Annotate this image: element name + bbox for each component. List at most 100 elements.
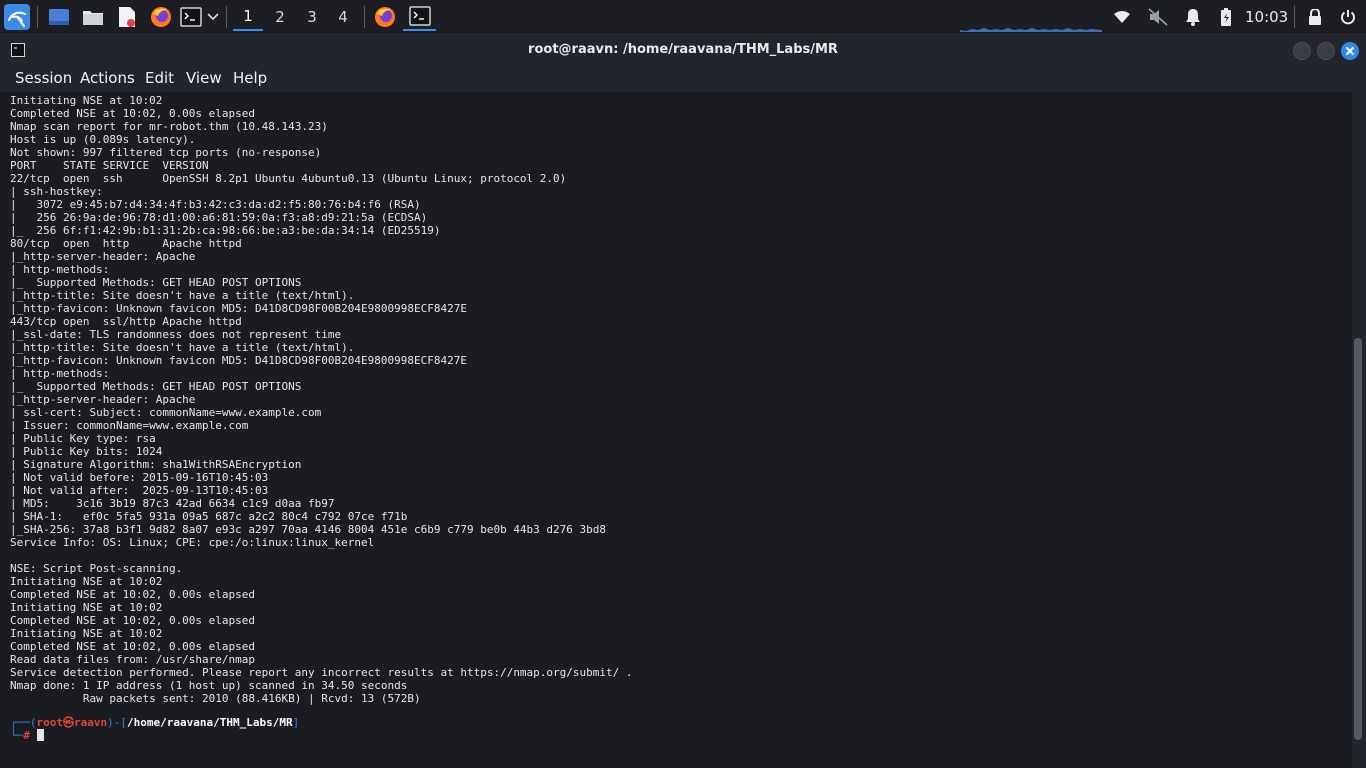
lock-icon[interactable] — [1304, 3, 1326, 31]
terminal-line: | 256 26:9a:de:96:78:d1:00:a6:81:59:0a:f… — [10, 211, 428, 224]
terminal-line: Completed NSE at 10:02, 0.00s elapsed — [10, 588, 256, 601]
terminal-line: Nmap scan report for mr-robot.thm (10.48… — [10, 120, 328, 133]
terminal-line: |_ Supported Methods: GET HEAD POST OPTI… — [10, 276, 302, 289]
network-icon[interactable] — [1110, 3, 1134, 31]
power-icon[interactable] — [1337, 3, 1359, 31]
workspace-1-button[interactable]: 1 — [233, 3, 263, 31]
terminal-line: | Public Key bits: 1024 — [10, 445, 163, 458]
terminal-line: Raw packets sent: 2010 (88.416KB) | Rcvd… — [10, 692, 421, 705]
prompt-decoration: )-[ — [107, 716, 127, 729]
terminal-line: | http-methods: — [10, 263, 116, 276]
terminal-line: | SHA-1: ef0c 5fa5 931a 09a5 687c a2c2 8… — [10, 510, 408, 523]
prompt-path: /home/raavana/THM_Labs/MR — [127, 716, 293, 729]
taskbar-separator — [37, 6, 38, 28]
terminal-icon — [408, 6, 431, 26]
terminal-line: Read data files from: /usr/share/nmap — [10, 653, 256, 666]
terminal-line: | Public Key type: rsa — [10, 432, 156, 445]
terminal-line: Initiating NSE at 10:02 — [10, 627, 163, 640]
file-manager-icon[interactable] — [80, 3, 106, 31]
terminal-line: Initiating NSE at 10:02 — [10, 94, 163, 107]
prompt-skull-icon: ㉿ — [63, 716, 74, 729]
terminal-line: | Issuer: commonName=www.example.com — [10, 419, 249, 432]
menu-edit[interactable]: Edit — [145, 68, 174, 88]
menubar: Session Actions Edit View Help — [0, 64, 1366, 92]
terminal-line: | ssl-cert: Subject: commonName=www.exam… — [10, 406, 322, 419]
firefox-icon — [375, 7, 395, 27]
terminal-line: Nmap done: 1 IP address (1 host up) scan… — [10, 679, 408, 692]
workspace-3-button[interactable]: 3 — [297, 3, 327, 31]
menu-session[interactable]: Session — [15, 68, 72, 88]
terminal-window-button[interactable] — [403, 3, 436, 31]
terminal-line: |_ 256 6f:f1:42:9b:b1:31:2b:ca:98:66:be:… — [10, 224, 441, 237]
maximize-button[interactable] — [1317, 42, 1335, 60]
menu-view[interactable]: View — [186, 68, 222, 88]
window-titlebar[interactable]: root@raavn: /home/raavana/THM_Labs/MR — [0, 36, 1366, 64]
window-title: root@raavn: /home/raavana/THM_Labs/MR — [528, 42, 838, 57]
prompt-symbol: # — [23, 729, 30, 742]
terminal-line: |_http-title: Site doesn't have a title … — [10, 289, 355, 302]
notification-bell-icon[interactable] — [1181, 3, 1205, 31]
minimize-button[interactable] — [1293, 42, 1311, 60]
terminal-line: |_ Supported Methods: GET HEAD POST OPTI… — [10, 380, 302, 393]
terminal-window: root@raavn: /home/raavana/THM_Labs/MR Se… — [0, 36, 1366, 768]
terminal-output: Initiating NSE at 10:02 Completed NSE at… — [10, 94, 633, 705]
shell-prompt[interactable]: ┌──(root㉿raavn)-[/home/raavana/THM_Labs/… — [10, 716, 299, 742]
menu-help[interactable]: Help — [233, 68, 267, 88]
terminal-line: 80/tcp open http Apache httpd — [10, 237, 242, 250]
taskbar-separator — [226, 6, 227, 28]
terminal-line: PORT STATE SERVICE VERSION — [10, 159, 209, 172]
chevron-down-icon[interactable] — [205, 3, 221, 31]
clock[interactable]: 10:03 — [1245, 0, 1288, 34]
terminal-line: | MD5: 3c16 3b19 87c3 42ad 6634 c1c9 d0a… — [10, 497, 335, 510]
terminal-line: NSE: Script Post-scanning. — [10, 562, 183, 575]
terminal-line: |_SHA-256: 37a8 b3f1 9d82 8a07 e93c a297… — [10, 523, 607, 536]
desktop-icon[interactable] — [46, 3, 72, 31]
firefox-icon[interactable] — [147, 3, 175, 31]
firefox-window-button[interactable] — [371, 3, 399, 31]
taskbar-separator — [1294, 6, 1295, 28]
terminal-line: | ssh-hostkey: — [10, 185, 110, 198]
terminal-line: | Not valid before: 2015-09-16T10:45:03 — [10, 471, 269, 484]
terminal-line: |_http-favicon: Unknown favicon MD5: D41… — [10, 354, 467, 367]
terminal-line: |_http-server-header: Apache — [10, 393, 196, 406]
prompt-host: raavn — [74, 716, 108, 729]
terminal-line: |_http-title: Site doesn't have a title … — [10, 341, 355, 354]
terminal-icon[interactable] — [178, 3, 204, 31]
prompt-decoration: ┌──( — [10, 716, 37, 729]
taskbar-separator — [364, 6, 365, 28]
terminal-line: | 3072 e9:45:b7:d4:34:4f:b3:42:c3:da:d2:… — [10, 198, 421, 211]
terminal-line: | http-methods: — [10, 367, 116, 380]
text-cursor — [36, 729, 44, 741]
battery-icon[interactable] — [1216, 3, 1236, 31]
terminal-line: 443/tcp open ssl/http Apache httpd — [10, 315, 242, 328]
text-editor-icon[interactable] — [114, 3, 140, 31]
terminal-line: Completed NSE at 10:02, 0.00s elapsed — [10, 107, 256, 120]
terminal-line: Not shown: 997 filtered tcp ports (no-re… — [10, 146, 322, 159]
scrollbar-thumb[interactable] — [1354, 338, 1362, 740]
cpu-graph — [960, 28, 1102, 32]
close-icon — [1345, 46, 1355, 56]
prompt-user: root — [36, 716, 64, 729]
taskbar: 1 2 3 4 10:03 — [0, 0, 1366, 35]
terminal-scrollbar[interactable] — [1352, 92, 1366, 768]
prompt-decoration: └─ — [10, 729, 24, 742]
terminal-line: |_ssl-date: TLS randomness does not repr… — [10, 328, 342, 341]
prompt-decoration: ] — [292, 716, 300, 729]
menu-actions[interactable]: Actions — [80, 68, 135, 88]
terminal-line: Completed NSE at 10:02, 0.00s elapsed — [10, 640, 256, 653]
terminal-line: |_http-favicon: Unknown favicon MD5: D41… — [10, 302, 467, 315]
terminal-line: 22/tcp open ssh OpenSSH 8.2p1 Ubuntu 4ub… — [10, 172, 567, 185]
terminal-line: Service detection performed. Please repo… — [10, 666, 633, 679]
terminal-line: Service Info: OS: Linux; CPE: cpe:/o:lin… — [10, 536, 375, 549]
terminal-line: | Not valid after: 2025-09-13T10:45:03 — [10, 484, 269, 497]
close-button[interactable] — [1341, 42, 1359, 60]
volume-muted-icon[interactable] — [1146, 3, 1170, 31]
terminal-line: Initiating NSE at 10:02 — [10, 575, 163, 588]
kali-menu-icon[interactable] — [3, 3, 31, 31]
terminal-line: |_http-server-header: Apache — [10, 250, 196, 263]
terminal-line: | Signature Algorithm: sha1WithRSAEncryp… — [10, 458, 302, 471]
workspace-4-button[interactable]: 4 — [328, 3, 358, 31]
workspace-2-button[interactable]: 2 — [265, 3, 295, 31]
terminal-line: Completed NSE at 10:02, 0.00s elapsed — [10, 614, 256, 627]
terminal-area[interactable]: Initiating NSE at 10:02 Completed NSE at… — [0, 92, 1352, 768]
